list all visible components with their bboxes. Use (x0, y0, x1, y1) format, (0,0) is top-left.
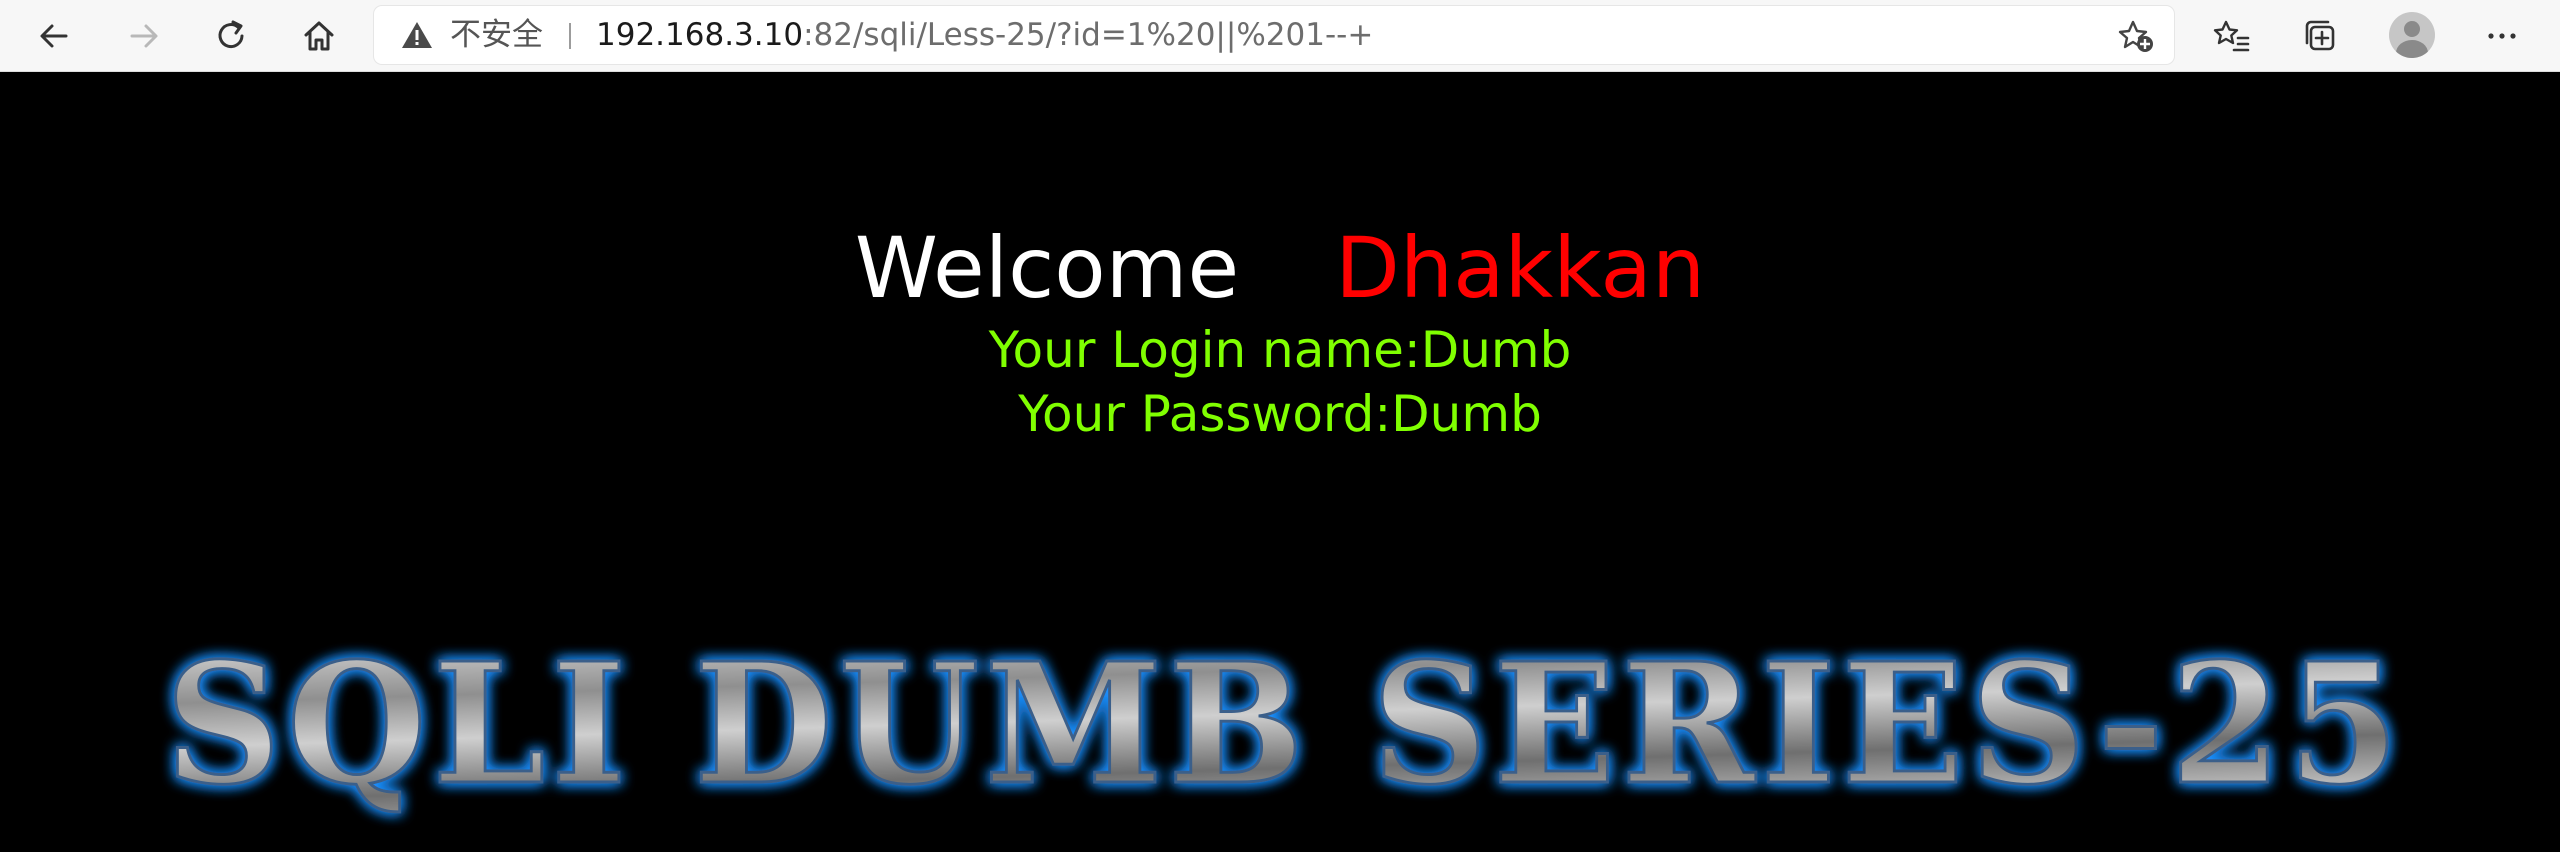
browser-toolbar: 不安全 192.168.3.10:82/sqli/Less-25/?id=1%2… (0, 0, 2560, 72)
back-icon (40, 24, 68, 48)
favorites-button[interactable] (2204, 8, 2260, 64)
collections-icon (2305, 20, 2335, 51)
collections-button[interactable] (2292, 8, 2348, 64)
url-path: :82/sqli/Less-25/?id=1%20||%201--+ (803, 17, 1374, 53)
home-icon (304, 21, 334, 51)
forward-button[interactable] (116, 8, 172, 64)
add-favorite-icon[interactable] (2118, 19, 2154, 53)
warning-icon[interactable] (400, 20, 434, 50)
welcome-heading: Welcome Dhakkan (0, 218, 2560, 318)
more-icon (2488, 33, 2516, 39)
refresh-icon (218, 20, 244, 49)
welcome-text: Welcome (854, 219, 1240, 317)
url-text[interactable]: 192.168.3.10:82/sqli/Less-25/?id=1%20||%… (596, 16, 1373, 54)
password-line: Your Password:Dumb (1018, 385, 1542, 443)
favorites-icon (2213, 20, 2250, 52)
page-content: Welcome Dhakkan Your Login name:Dumb Your… (0, 72, 2560, 824)
login-name-line: Your Login name:Dumb (988, 321, 1572, 379)
url-host: 192.168.3.10 (596, 17, 804, 53)
security-status-label[interactable]: 不安全 (450, 16, 543, 54)
more-button[interactable] (2474, 8, 2530, 64)
series-banner: SQLI DUMB SERIES-25 (164, 626, 2405, 824)
profile-icon[interactable] (2389, 12, 2435, 58)
home-button[interactable] (291, 8, 347, 64)
forward-icon (130, 24, 158, 48)
welcome-name: Dhakkan (1335, 219, 1706, 317)
back-button[interactable] (26, 8, 82, 64)
refresh-button[interactable] (203, 8, 259, 64)
address-bar[interactable]: 不安全 192.168.3.10:82/sqli/Less-25/?id=1%2… (374, 6, 2174, 64)
address-separator (569, 23, 571, 49)
banner-text: SQLI DUMB SERIES-25 (165, 627, 2405, 822)
